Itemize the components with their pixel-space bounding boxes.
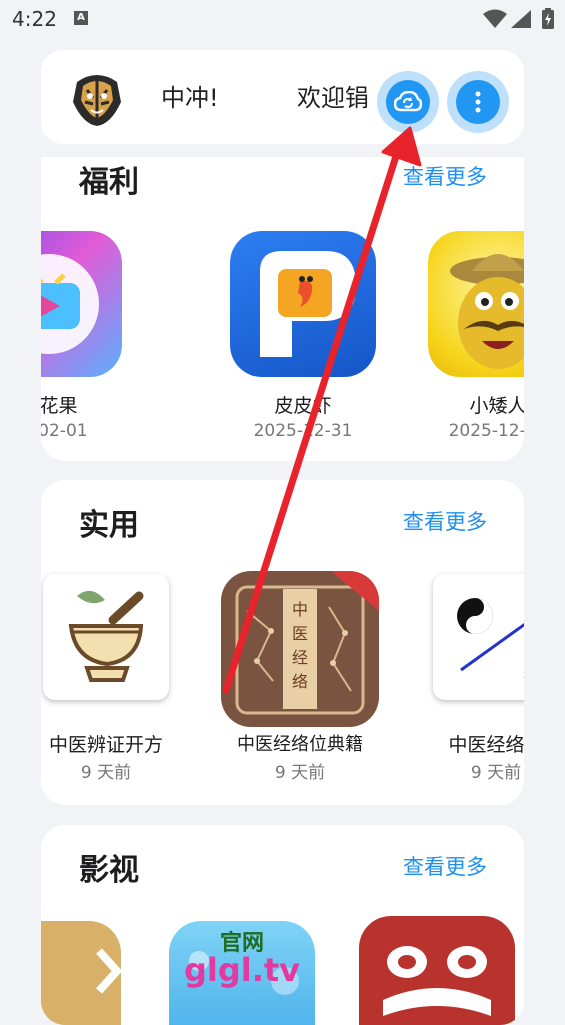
more-options-button[interactable] bbox=[447, 71, 509, 133]
app-date: 2025-12-30 bbox=[448, 421, 524, 441]
app-item-xiaoairen[interactable]: 小矮人 2025-12-30 bbox=[413, 231, 524, 451]
wifi-icon bbox=[483, 9, 507, 28]
section-title: 实用 bbox=[79, 508, 139, 543]
notification-icon: A bbox=[74, 11, 88, 25]
app-date: 9 天前 bbox=[274, 763, 326, 783]
app-icon: 人体 24小时 bbox=[433, 574, 524, 700]
svg-text:中: 中 bbox=[292, 600, 308, 619]
app-item-jingluo-dianji[interactable]: 中 医 经 络 中医经络位典籍 9 天前 bbox=[215, 571, 385, 791]
app-name: 中医经络位 bbox=[448, 734, 524, 756]
section-fuli: 福利 查看更多 无花果 26-02-01 皮皮虾 2025-12-31 bbox=[41, 157, 524, 461]
tv-app-icon bbox=[41, 254, 99, 354]
app-name: 中医经络位典籍 bbox=[237, 734, 363, 755]
svg-text:医: 医 bbox=[292, 624, 308, 643]
app-item-partial-left[interactable] bbox=[41, 921, 121, 1025]
svg-text:络: 络 bbox=[292, 672, 308, 691]
app-icon bbox=[41, 921, 121, 1025]
mortar-pestle-icon bbox=[68, 590, 144, 682]
app-icon bbox=[428, 231, 524, 377]
app-name: 中医辨证开方 bbox=[48, 734, 163, 756]
section-yingshi: 影视 查看更多 官网 glgl.tv bbox=[41, 825, 524, 1025]
red-mask-icon bbox=[383, 946, 491, 1016]
app-item-pipixia[interactable]: 皮皮虾 2025-12-31 bbox=[218, 231, 388, 451]
app-item-bianzheng[interactable]: 中医辨证开方 9 天前 bbox=[41, 574, 191, 794]
section-title: 福利 bbox=[79, 165, 139, 200]
welcome-marquee: 中冲! 欢迎𫓶 bbox=[159, 72, 379, 116]
mustache-man-icon bbox=[450, 254, 524, 369]
marquee-text-1: 中冲! bbox=[161, 84, 219, 112]
marquee-text-2: 欢迎𫓶 bbox=[297, 84, 369, 112]
battery-charging-icon bbox=[542, 8, 554, 29]
app-item-red-mask[interactable] bbox=[352, 916, 522, 1025]
meridian-book-icon: 中 医 经 络 bbox=[235, 571, 379, 715]
yin-yang-icon: 人体 24小时 bbox=[457, 598, 524, 681]
section-shiyong: 实用 查看更多 中医辨证开方 9 天前 中 医 经 络 中医经络位典籍 9 天前… bbox=[41, 480, 524, 805]
app-icon bbox=[41, 231, 122, 377]
view-more-link[interactable]: 查看更多 bbox=[403, 851, 487, 881]
glgl-icon-text-2: glgl.tv bbox=[183, 951, 301, 989]
app-date: 26-02-01 bbox=[41, 421, 88, 441]
app-date: 2025-12-31 bbox=[253, 421, 353, 441]
view-more-link[interactable]: 查看更多 bbox=[403, 506, 487, 536]
tiger-logo-icon bbox=[69, 70, 125, 126]
app-item-glgl[interactable]: 官网 glgl.tv bbox=[157, 921, 327, 1025]
app-icon bbox=[230, 231, 376, 377]
svg-text:24小时: 24小时 bbox=[523, 669, 524, 681]
cloud-sync-icon bbox=[394, 91, 422, 112]
app-name: 皮皮虾 bbox=[274, 395, 332, 417]
status-time: 4:22 bbox=[12, 7, 57, 31]
status-bar: 4:22 A bbox=[0, 0, 565, 40]
app-date: 9 天前 bbox=[470, 763, 522, 783]
app-icon bbox=[359, 916, 515, 1025]
more-vert-icon bbox=[475, 91, 481, 113]
svg-text:经: 经 bbox=[292, 648, 308, 667]
app-name: 小矮人 bbox=[469, 395, 524, 417]
section-title: 影视 bbox=[79, 853, 139, 888]
signal-icon bbox=[511, 10, 531, 28]
app-date: 9 天前 bbox=[80, 763, 132, 783]
chevron-right-icon bbox=[96, 948, 121, 994]
app-icon: 中 医 经 络 bbox=[221, 571, 379, 727]
cloud-sync-button[interactable] bbox=[377, 71, 439, 133]
header-bar: 中冲! 欢迎𫓶 bbox=[41, 50, 524, 144]
view-more-link[interactable]: 查看更多 bbox=[403, 161, 487, 191]
app-item-wuhuaguo[interactable]: 无花果 26-02-01 bbox=[41, 231, 134, 451]
shrimp-app-icon bbox=[260, 251, 356, 357]
app-item-jingluo-wei[interactable]: 人体 24小时 中医经络位 9 天前 bbox=[411, 574, 524, 794]
app-icon: 官网 glgl.tv bbox=[169, 921, 315, 1025]
app-icon bbox=[43, 574, 169, 700]
app-name: 无花果 bbox=[41, 395, 78, 417]
